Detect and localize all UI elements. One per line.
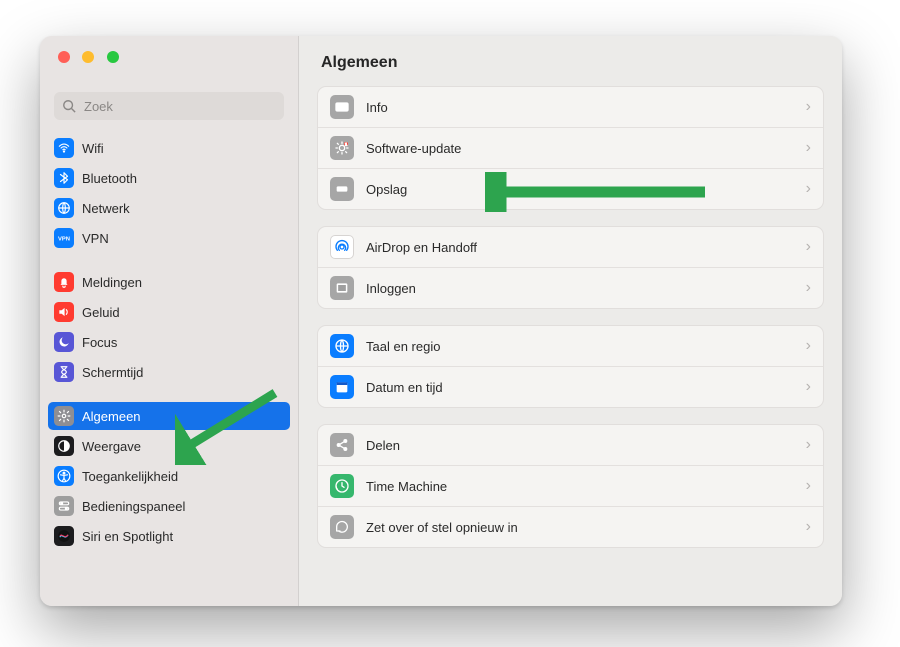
sidebar-item-network[interactable]: Netwerk bbox=[48, 194, 290, 222]
search-icon bbox=[62, 99, 76, 113]
close-window-button[interactable] bbox=[58, 51, 70, 63]
info-icon bbox=[330, 95, 354, 119]
settings-row-label: Time Machine bbox=[366, 479, 806, 494]
airdrop-icon bbox=[330, 235, 354, 259]
timemachine-icon bbox=[330, 474, 354, 498]
svg-text:VPN: VPN bbox=[58, 236, 70, 242]
sidebar-item-label: Schermtijd bbox=[82, 365, 143, 380]
chevron-right-icon: › bbox=[806, 180, 811, 198]
sidebar-item-siri[interactable]: Siri en Spotlight bbox=[48, 522, 290, 550]
moon-icon bbox=[54, 332, 74, 352]
settings-row-label: Info bbox=[366, 100, 806, 115]
chevron-right-icon: › bbox=[806, 518, 811, 536]
window-controls bbox=[40, 36, 298, 78]
sidebar-item-label: Algemeen bbox=[82, 409, 141, 424]
settings-row-label: Opslag bbox=[366, 182, 806, 197]
settings-row-label: Software-update bbox=[366, 141, 806, 156]
list-icon bbox=[330, 276, 354, 300]
settings-row-sharing[interactable]: Delen› bbox=[318, 425, 823, 465]
appearance-icon bbox=[54, 436, 74, 456]
search-field-container[interactable] bbox=[54, 92, 284, 120]
svg-text:20: 20 bbox=[339, 386, 345, 392]
page-title: Algemeen bbox=[299, 36, 842, 86]
globe-icon bbox=[54, 198, 74, 218]
sidebar-item-bluetooth[interactable]: Bluetooth bbox=[48, 164, 290, 192]
speaker-icon bbox=[54, 302, 74, 322]
disk-icon bbox=[330, 177, 354, 201]
sidebar-item-notifications[interactable]: Meldingen bbox=[48, 268, 290, 296]
settings-row-datetime[interactable]: 20 Datum en tijd› bbox=[318, 366, 823, 407]
system-settings-window: Wifi Bluetooth Netwerk VPN VPN Meldingen Gelui… bbox=[40, 36, 842, 606]
sidebar-list: Wifi Bluetooth Netwerk VPN VPN Meldingen Gelui… bbox=[40, 130, 298, 606]
sidebar-item-label: Toegankelijkheid bbox=[82, 469, 178, 484]
share-icon bbox=[330, 433, 354, 457]
main-content: Info›1Software-update›Opslag›AirDrop en … bbox=[299, 86, 842, 606]
sidebar-item-focus[interactable]: Focus bbox=[48, 328, 290, 356]
chevron-right-icon: › bbox=[806, 436, 811, 454]
search-input[interactable] bbox=[82, 98, 276, 115]
settings-group: Delen›Time Machine›Zet over of stel opni… bbox=[317, 424, 824, 548]
sidebar-item-label: Siri en Spotlight bbox=[82, 529, 173, 544]
accessibility-icon bbox=[54, 466, 74, 486]
chevron-right-icon: › bbox=[806, 238, 811, 256]
bluetooth-icon bbox=[54, 168, 74, 188]
sidebar: Wifi Bluetooth Netwerk VPN VPN Meldingen Gelui… bbox=[40, 36, 299, 606]
svg-text:1: 1 bbox=[345, 143, 347, 147]
gearbadge-icon: 1 bbox=[330, 136, 354, 160]
chevron-right-icon: › bbox=[806, 98, 811, 116]
settings-group: Info›1Software-update›Opslag› bbox=[317, 86, 824, 210]
sidebar-item-label: VPN bbox=[82, 231, 109, 246]
gear-icon bbox=[54, 406, 74, 426]
settings-row-language[interactable]: Taal en regio› bbox=[318, 326, 823, 366]
sidebar-item-screentime[interactable]: Schermtijd bbox=[48, 358, 290, 386]
settings-row-label: Taal en regio bbox=[366, 339, 806, 354]
bell-icon bbox=[54, 272, 74, 292]
sidebar-item-label: Weergave bbox=[82, 439, 141, 454]
settings-row-login[interactable]: Inloggen› bbox=[318, 267, 823, 308]
zoom-window-button[interactable] bbox=[107, 51, 119, 63]
siri-icon bbox=[54, 526, 74, 546]
minimize-window-button[interactable] bbox=[82, 51, 94, 63]
settings-group: Taal en regio›20Datum en tijd› bbox=[317, 325, 824, 408]
sidebar-item-label: Netwerk bbox=[82, 201, 130, 216]
sidebar-item-accessibility[interactable]: Toegankelijkheid bbox=[48, 462, 290, 490]
chevron-right-icon: › bbox=[806, 337, 811, 355]
sidebar-item-wifi[interactable]: Wifi bbox=[48, 134, 290, 162]
calendar-icon: 20 bbox=[330, 375, 354, 399]
sidebar-item-label: Geluid bbox=[82, 305, 120, 320]
settings-row-label: AirDrop en Handoff bbox=[366, 240, 806, 255]
chevron-right-icon: › bbox=[806, 477, 811, 495]
settings-row-label: Datum en tijd bbox=[366, 380, 806, 395]
sidebar-item-general[interactable]: Algemeen bbox=[48, 402, 290, 430]
settings-row-label: Inloggen bbox=[366, 281, 806, 296]
hourglass-icon bbox=[54, 362, 74, 382]
settings-row-about[interactable]: Info› bbox=[318, 87, 823, 127]
main-panel: Algemeen Info›1Software-update›Opslag›Ai… bbox=[299, 36, 842, 606]
sidebar-item-vpn[interactable]: VPN VPN bbox=[48, 224, 290, 252]
vpn-icon: VPN bbox=[54, 228, 74, 248]
settings-row-reset[interactable]: Zet over of stel opnieuw in› bbox=[318, 506, 823, 547]
settings-row-storage[interactable]: Opslag› bbox=[318, 168, 823, 209]
sidebar-item-label: Wifi bbox=[82, 141, 104, 156]
sidebar-item-controlcenter[interactable]: Bedieningspaneel bbox=[48, 492, 290, 520]
settings-row-label: Zet over of stel opnieuw in bbox=[366, 520, 806, 535]
sidebar-item-sound[interactable]: Geluid bbox=[48, 298, 290, 326]
settings-row-timemachine[interactable]: Time Machine› bbox=[318, 465, 823, 506]
reset-icon bbox=[330, 515, 354, 539]
sidebar-item-label: Meldingen bbox=[82, 275, 142, 290]
chevron-right-icon: › bbox=[806, 378, 811, 396]
switches-icon bbox=[54, 496, 74, 516]
sidebar-item-label: Focus bbox=[82, 335, 117, 350]
sidebar-item-appearance[interactable]: Weergave bbox=[48, 432, 290, 460]
globe-icon bbox=[330, 334, 354, 358]
settings-row-label: Delen bbox=[366, 438, 806, 453]
settings-row-airdrop[interactable]: AirDrop en Handoff› bbox=[318, 227, 823, 267]
sidebar-item-label: Bluetooth bbox=[82, 171, 137, 186]
wifi-icon bbox=[54, 138, 74, 158]
settings-group: AirDrop en Handoff›Inloggen› bbox=[317, 226, 824, 309]
settings-row-software-update[interactable]: 1 Software-update› bbox=[318, 127, 823, 168]
sidebar-item-label: Bedieningspaneel bbox=[82, 499, 185, 514]
chevron-right-icon: › bbox=[806, 279, 811, 297]
chevron-right-icon: › bbox=[806, 139, 811, 157]
